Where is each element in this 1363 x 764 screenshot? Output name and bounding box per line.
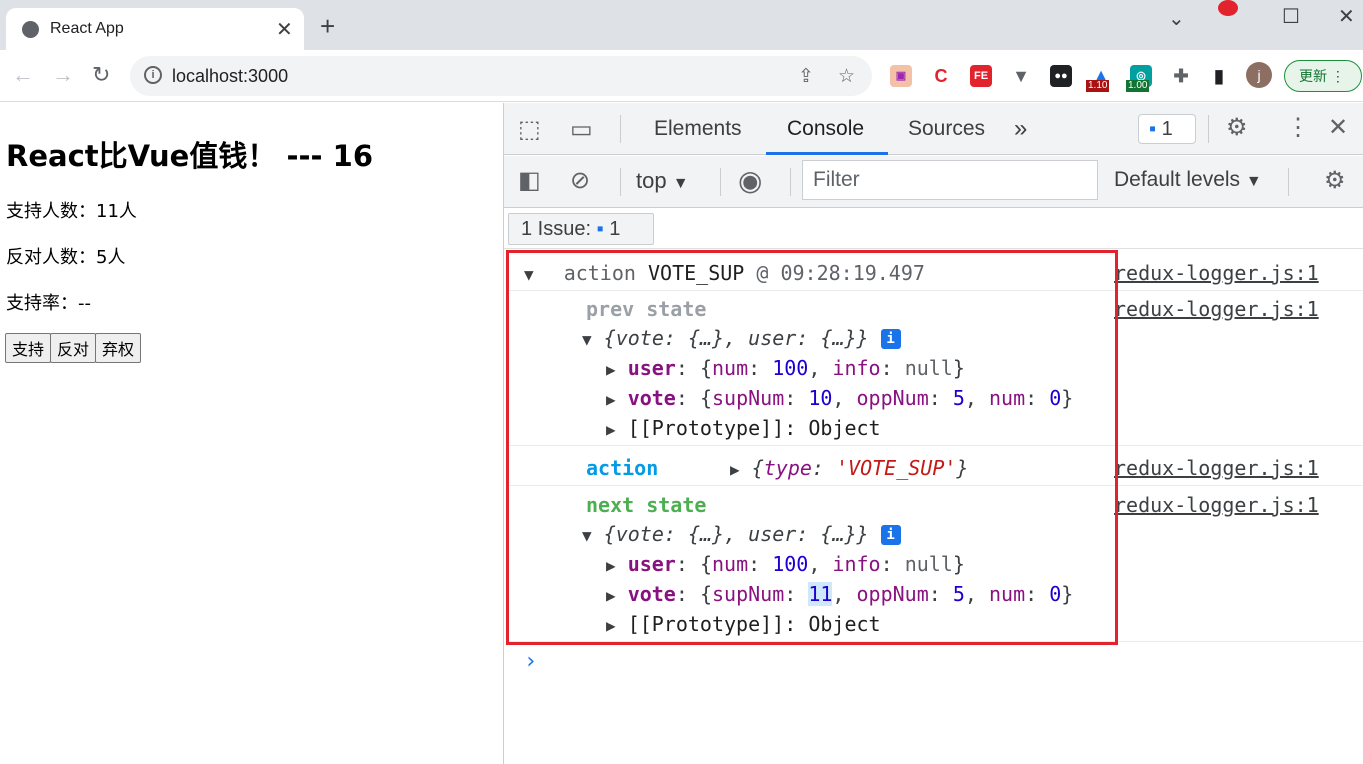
inspect-element-icon[interactable]: ⬚: [518, 115, 541, 144]
extensions-puzzle-icon[interactable]: ✚: [1170, 65, 1192, 87]
oppose-button[interactable]: 反对: [50, 333, 97, 363]
extension-icon[interactable]: ▣: [890, 65, 912, 87]
source-link[interactable]: redux-logger.js:1: [1114, 493, 1319, 517]
divider: [720, 168, 721, 196]
globe-icon: [22, 21, 39, 38]
back-icon[interactable]: ←: [12, 62, 34, 88]
extension-badge: 1.10: [1086, 80, 1110, 92]
support-rate: 支持率：--: [6, 293, 91, 314]
highlight-box: [506, 250, 1118, 645]
issues-button[interactable]: 1 Issue: ▪ 1: [508, 213, 654, 245]
device-toolbar-icon[interactable]: ▭: [570, 115, 593, 144]
tab-sources[interactable]: Sources: [908, 117, 985, 141]
forward-icon[interactable]: →: [52, 62, 74, 88]
dropdown-arrow-icon: ▼: [1245, 173, 1262, 190]
issues-label: 1 Issue:: [521, 218, 592, 240]
console-toolbar: ◧ ⊘ top ▼ ◉ Filter Default levels ▼ ⚙: [504, 156, 1363, 208]
clear-console-icon[interactable]: ⊘: [570, 166, 590, 195]
maximize-icon[interactable]: ☐: [1282, 4, 1300, 29]
more-tabs-icon[interactable]: »: [1014, 115, 1027, 143]
divider: [1208, 115, 1209, 143]
extension-bug-icon: [1218, 0, 1238, 16]
live-expression-eye-icon[interactable]: ◉: [738, 164, 762, 197]
close-devtools-icon[interactable]: ✕: [1328, 113, 1348, 142]
levels-label: Default levels: [1114, 168, 1241, 191]
tab-console[interactable]: Console: [787, 117, 864, 141]
abstain-button[interactable]: 弃权: [95, 333, 142, 363]
issues-bar-count: 1: [609, 218, 621, 240]
dropdown-arrow-icon: ▼: [672, 175, 689, 192]
site-info-icon[interactable]: i: [144, 66, 162, 84]
extension-mask-icon[interactable]: ●●: [1050, 65, 1072, 87]
bookmark-star-icon[interactable]: ☆: [838, 65, 855, 88]
devtools-tabbar: ⬚ ▭ Elements Console Sources » ▪ 1 ⚙ ⋮ ✕: [504, 103, 1363, 155]
vote-buttons: 支持 反对 弃权: [5, 333, 142, 363]
settings-gear-icon[interactable]: ⚙: [1226, 113, 1248, 142]
support-count: 支持人数：11人: [6, 201, 137, 222]
tab-elements[interactable]: Elements: [654, 117, 742, 141]
divider: [620, 168, 621, 196]
message-icon: ▪: [596, 218, 604, 240]
context-selector[interactable]: top ▼: [636, 168, 689, 194]
source-link[interactable]: redux-logger.js:1: [1114, 297, 1319, 321]
message-icon: ▪: [1149, 118, 1157, 140]
console-prompt-icon[interactable]: ›: [524, 649, 537, 674]
console-settings-icon[interactable]: ⚙: [1324, 166, 1346, 195]
source-link[interactable]: redux-logger.js:1: [1114, 261, 1319, 285]
divider: [1288, 168, 1289, 196]
devtools-panel: ⬚ ▭ Elements Console Sources » ▪ 1 ⚙ ⋮ ✕…: [503, 103, 1363, 764]
filter-input[interactable]: Filter: [802, 160, 1098, 200]
log-levels-dropdown[interactable]: Default levels ▼: [1114, 168, 1262, 192]
divider: [790, 168, 791, 196]
page-title: React比Vue值钱！ --- 16: [6, 139, 374, 173]
issues-bar: 1 Issue: ▪ 1: [504, 209, 1363, 249]
tab-close-icon[interactable]: ✕: [276, 17, 293, 42]
divider: [620, 115, 621, 143]
oppose-count: 反对人数：5人: [6, 247, 126, 268]
side-panel-icon[interactable]: ▮: [1208, 65, 1230, 87]
update-button[interactable]: 更新 ⋮: [1284, 60, 1362, 92]
browser-tab[interactable]: React App ✕: [6, 8, 304, 50]
extension-badge: 1.00: [1126, 80, 1150, 92]
window-close-icon[interactable]: ✕: [1338, 4, 1355, 29]
url-text: localhost:3000: [172, 66, 289, 86]
update-label: 更新: [1299, 68, 1327, 84]
issues-count: 1: [1161, 118, 1173, 140]
tab-search-icon[interactable]: ⌄: [1168, 6, 1185, 31]
address-bar[interactable]: i localhost:3000 ⇪ ☆: [130, 56, 872, 96]
more-options-icon[interactable]: ⋮: [1286, 113, 1310, 142]
browser-toolbar: ← → ↻ i localhost:3000 ⇪ ☆ ▣ C FE ▼ ●● ▲…: [0, 50, 1363, 102]
source-link[interactable]: redux-logger.js:1: [1114, 456, 1319, 480]
new-tab-button[interactable]: +: [320, 11, 335, 42]
menu-kebab-icon[interactable]: ⋮: [1331, 68, 1345, 84]
extension-c-icon[interactable]: C: [930, 65, 952, 87]
avatar[interactable]: j: [1246, 62, 1272, 88]
support-button[interactable]: 支持: [5, 333, 52, 363]
reload-icon[interactable]: ↻: [92, 62, 110, 88]
extension-fe-icon[interactable]: FE: [970, 65, 992, 87]
active-tab-indicator: [766, 152, 888, 155]
page-content: React比Vue值钱！ --- 16 支持人数：11人 反对人数：5人 支持率…: [0, 103, 502, 764]
share-icon[interactable]: ⇪: [798, 65, 814, 88]
issues-counter[interactable]: ▪ 1: [1138, 114, 1196, 144]
vue-devtools-icon[interactable]: ▼: [1010, 65, 1032, 87]
tab-title: React App: [50, 20, 124, 37]
context-label: top: [636, 168, 667, 193]
tab-strip: React App ✕ + ⌄ ☐ ✕: [0, 0, 1363, 50]
sidebar-toggle-icon[interactable]: ◧: [518, 166, 541, 195]
